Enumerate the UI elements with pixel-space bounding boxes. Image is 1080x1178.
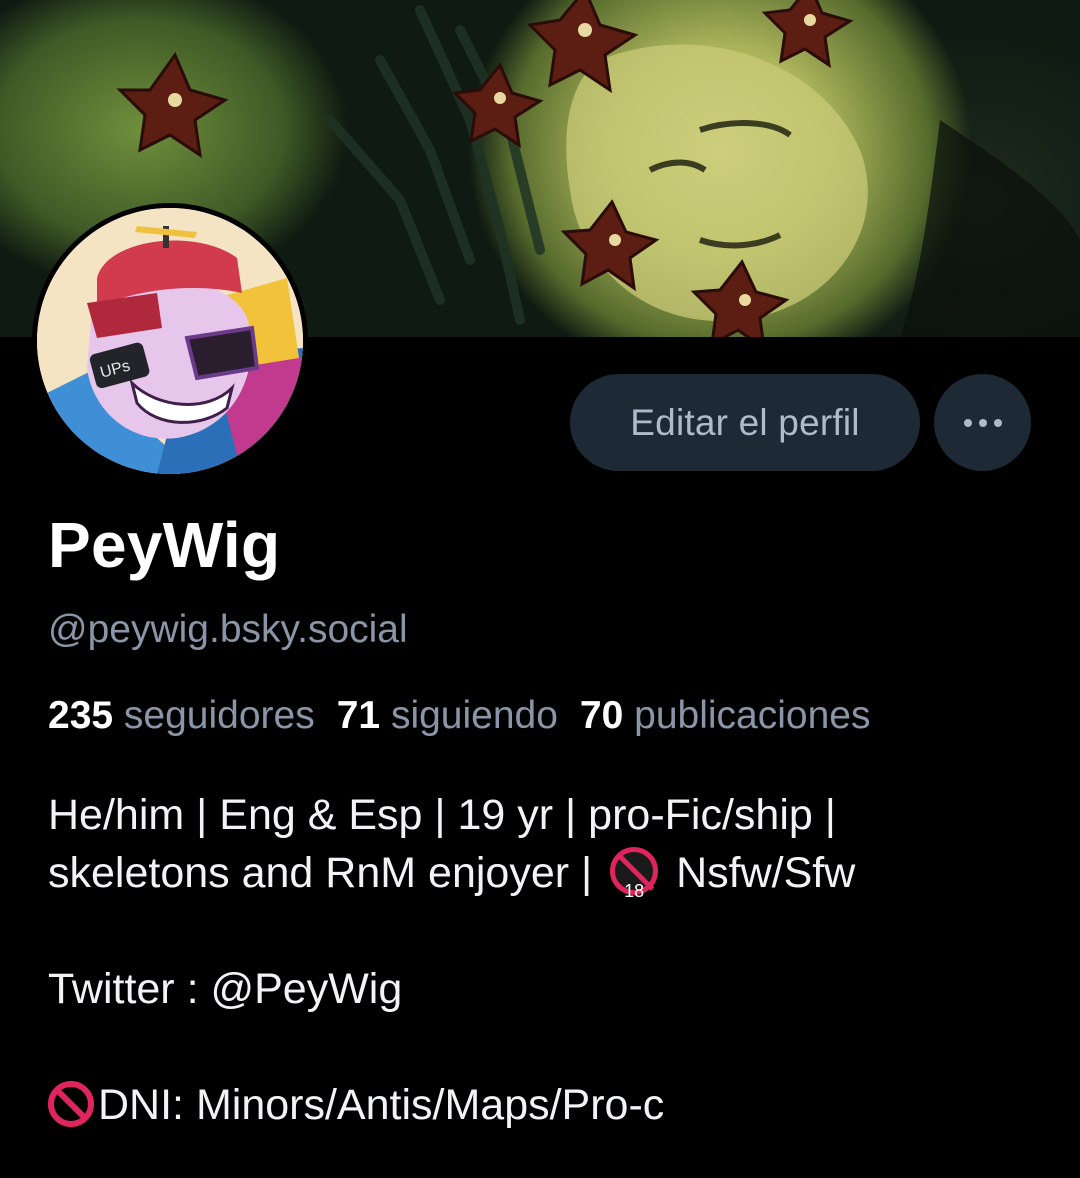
following-stat[interactable]: 71 siguiendo [337,694,558,737]
profile-stats: 235 seguidores 71 siguiendo 70 publicacion… [48,694,870,738]
ellipsis-icon [963,418,972,427]
profile-page: UPs Editar el perfil PeyWig @peywig.bsky… [0,0,1080,1178]
posts-label: publicaciones [634,694,871,737]
bio-line-2: skeletons and RnM enjoyer | 18 Nsfw/Sfw [48,844,1058,902]
bio-spacer [48,1018,1058,1076]
under-18-icon-text: 18 [624,881,645,901]
edit-profile-label: Editar el perfil [630,401,860,443]
followers-label: seguidores [123,694,315,737]
posts-count: 70 [579,694,624,737]
bio-line-2-suffix: Nsfw/Sfw [676,849,856,897]
edit-profile-button[interactable]: Editar el perfil [570,374,920,471]
user-handle: @peywig.bsky.social [48,608,408,651]
ellipsis-icon [993,418,1002,427]
ellipsis-icon [978,418,987,427]
followers-stat[interactable]: 235 seguidores [48,694,315,737]
bio-line-1: He/him | Eng & Esp | 19 yr | pro-Fic/shi… [48,791,836,839]
bio-spacer [48,902,1058,960]
display-name: PeyWig [48,509,281,581]
bio-line-2-text: skeletons and RnM enjoyer | [48,849,593,897]
posts-stat: 70 publicaciones [580,694,871,737]
profile-bio: He/him | Eng & Esp | 19 yr | pro-Fic/shi… [48,786,1058,1134]
following-count: 71 [336,694,381,737]
followers-count: 235 [48,694,114,737]
no-entry-icon [48,1081,94,1127]
more-options-button[interactable] [934,374,1031,471]
avatar-image: UPs [37,208,303,474]
avatar[interactable]: UPs [32,203,308,479]
bio-dni: DNI: Minors/Antis/Maps/Pro-c [48,1076,1058,1134]
under-18-prohibited-icon: 18 [610,847,659,901]
bio-dni-text: DNI: Minors/Antis/Maps/Pro-c [98,1081,665,1129]
following-label: siguiendo [390,694,558,737]
cartoon-skeleton-avatar-icon: UPs [37,208,303,474]
bio-twitter[interactable]: Twitter : @PeyWig [48,960,1058,1018]
